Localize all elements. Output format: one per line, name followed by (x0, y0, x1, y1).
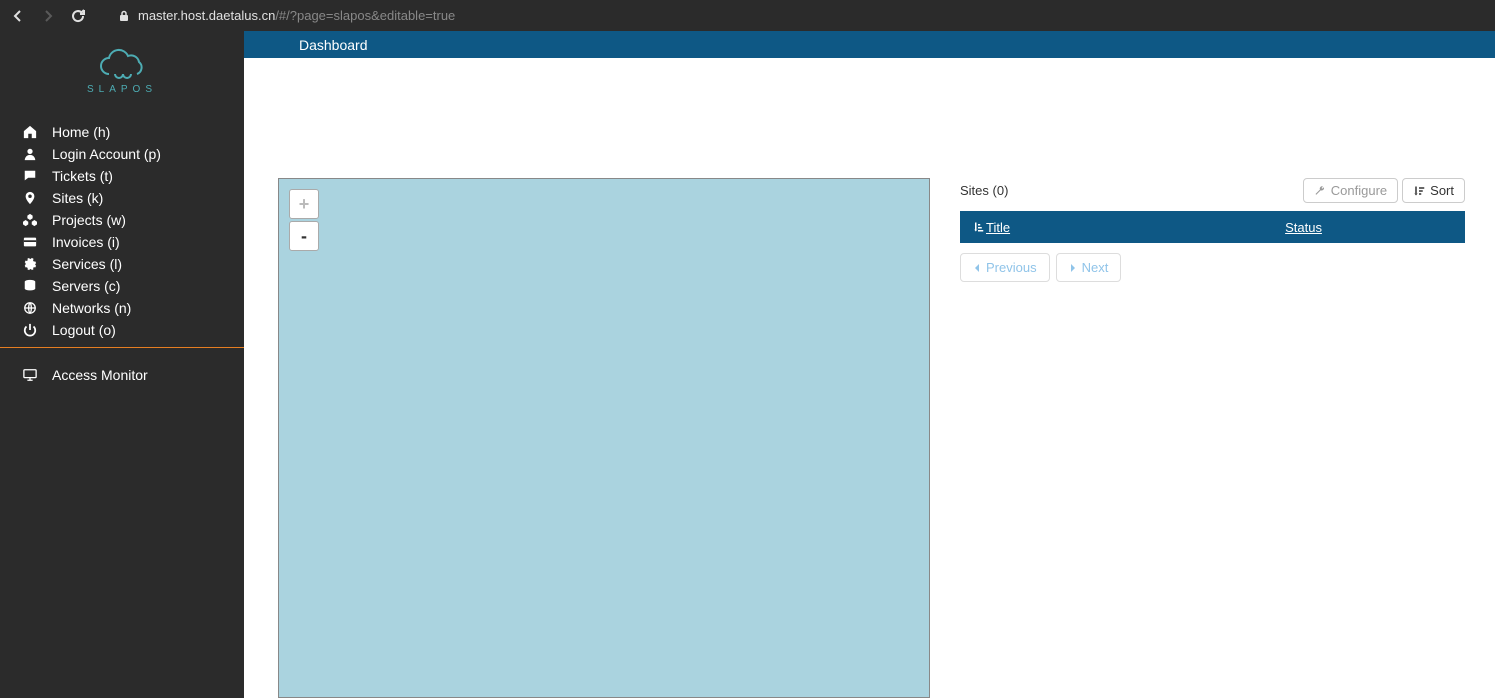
sidebar: SLAPOS Home (h) Login Account (p) Ticket… (0, 31, 244, 698)
caret-left-icon (973, 263, 981, 273)
sites-title: Sites (0) (960, 183, 1008, 198)
sidebar-item-label: Projects (w) (52, 212, 126, 228)
nav-list: Home (h) Login Account (p) Tickets (t) S… (0, 111, 244, 341)
column-status[interactable]: Status (1273, 220, 1465, 235)
caret-right-icon (1069, 263, 1077, 273)
sidebar-item-services[interactable]: Services (l) (0, 253, 244, 275)
sidebar-item-servers[interactable]: Servers (c) (0, 275, 244, 297)
slapos-cloud-icon (95, 48, 150, 80)
sidebar-item-label: Invoices (i) (52, 234, 120, 250)
previous-button[interactable]: Previous (960, 253, 1050, 282)
globe-icon (20, 301, 40, 315)
home-icon (20, 125, 40, 139)
chat-icon (20, 169, 40, 183)
sort-icon (1413, 185, 1425, 197)
browser-reload-button[interactable] (68, 6, 88, 26)
marker-icon (20, 191, 40, 205)
browser-forward-button[interactable] (38, 6, 58, 26)
sort-asc-icon (972, 221, 984, 233)
sites-panel: Sites (0) Configure Sort (960, 178, 1465, 698)
page-title: Dashboard (299, 37, 368, 53)
sidebar-item-tickets[interactable]: Tickets (t) (0, 165, 244, 187)
cubes-icon (20, 213, 40, 227)
header-bar: Dashboard (244, 31, 1495, 58)
browser-toolbar: master.host.daetalus.cn/#/?page=slapos&e… (0, 0, 1495, 31)
sidebar-item-label: Access Monitor (52, 367, 148, 383)
power-icon (20, 323, 40, 337)
sidebar-item-label: Servers (c) (52, 278, 120, 294)
sidebar-item-logout[interactable]: Logout (o) (0, 319, 244, 341)
sidebar-item-networks[interactable]: Networks (n) (0, 297, 244, 319)
sidebar-item-home[interactable]: Home (h) (0, 121, 244, 143)
sites-header: Sites (0) Configure Sort (960, 178, 1465, 203)
user-icon (20, 147, 40, 161)
url-text: master.host.daetalus.cn/#/?page=slapos&e… (138, 8, 455, 23)
database-icon (20, 279, 40, 293)
sidebar-item-login[interactable]: Login Account (p) (0, 143, 244, 165)
next-button[interactable]: Next (1056, 253, 1122, 282)
table-header: Title Status (960, 211, 1465, 243)
content: + - Sites (0) Configure Sort (244, 58, 1495, 698)
pagination: Previous Next (960, 253, 1465, 282)
map-zoom-in-button[interactable]: + (289, 189, 319, 219)
map-zoom-out-button[interactable]: - (289, 221, 319, 251)
sidebar-item-label: Login Account (p) (52, 146, 161, 162)
configure-button[interactable]: Configure (1303, 178, 1398, 203)
logo[interactable]: SLAPOS (0, 31, 244, 111)
sidebar-item-sites[interactable]: Sites (k) (0, 187, 244, 209)
nav-list-secondary: Access Monitor (0, 354, 244, 386)
nav-divider (0, 347, 244, 348)
main-area: Dashboard + - Sites (0) Configure (244, 31, 1495, 698)
browser-back-button[interactable] (8, 6, 28, 26)
sidebar-item-invoices[interactable]: Invoices (i) (0, 231, 244, 253)
lock-icon (118, 10, 130, 22)
sort-button[interactable]: Sort (1402, 178, 1465, 203)
column-title[interactable]: Title (960, 220, 1273, 235)
monitor-icon (20, 368, 40, 382)
map-controls: + - (289, 189, 319, 253)
sidebar-item-projects[interactable]: Projects (w) (0, 209, 244, 231)
sidebar-item-monitor[interactable]: Access Monitor (0, 364, 244, 386)
sidebar-item-label: Services (l) (52, 256, 122, 272)
sidebar-item-label: Logout (o) (52, 322, 116, 338)
sidebar-item-label: Tickets (t) (52, 168, 113, 184)
sidebar-item-label: Networks (n) (52, 300, 131, 316)
browser-url-bar[interactable]: master.host.daetalus.cn/#/?page=slapos&e… (98, 8, 1487, 23)
card-icon (20, 235, 40, 249)
sidebar-item-label: Sites (k) (52, 190, 103, 206)
wrench-icon (1314, 185, 1326, 197)
sidebar-item-label: Home (h) (52, 124, 110, 140)
map[interactable]: + - (278, 178, 930, 698)
logo-text: SLAPOS (87, 84, 157, 95)
gear-icon (20, 257, 40, 271)
